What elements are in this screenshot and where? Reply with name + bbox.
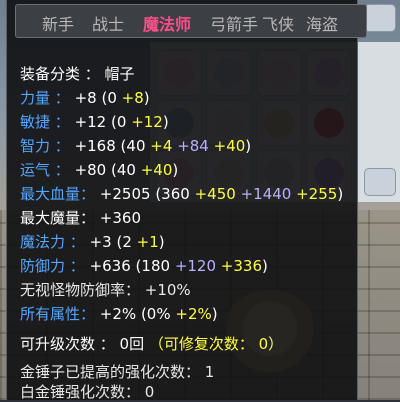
equip-category: 装备分类 ： 帽子 [20,65,135,83]
stat-luk: 运气 ： +80 (40 +40) [20,160,178,180]
stat-ignore-defense: 无视怪物防御率： +10% [20,281,191,299]
stat-bonus: +4 [150,137,173,155]
stat-flame: +84 [177,137,209,155]
job-tabs: 新手 战士 魔法师 弓箭手 飞侠 海盗 [15,4,367,38]
stat-int: 智力 ： +168 (40 +4 +84 +40) [20,136,251,156]
stat-enhance: +255 [296,185,338,203]
stat-total: +3 [89,233,112,251]
stat-close: ) [245,137,252,155]
stat-total: +80 [74,161,107,179]
stat-bonus: +1 [136,233,159,251]
stat-defense: 防御力 ： +636 (180 +120 +336) [20,256,268,276]
stat-close: ) [337,185,344,203]
stat-dex: 敏捷 ： +12 (0 +12) [20,112,169,132]
stat-close: ) [143,89,150,107]
stat-enhance: +336 [220,257,262,275]
stat-flame: +1440 [240,185,292,203]
stat-bonus: +12 [131,113,163,131]
hammer-applied: 金锤子已提高的强化次数： 1 [20,363,215,381]
stat-total: +12 [74,113,107,131]
stat-max-mp: 最大魔量： +360 [20,208,141,228]
upgrade-slots: 可升级次数 ： 0回 （可修复次数： 0） [20,334,283,354]
stat-total: +2505 [99,185,151,203]
stat-total: +168 [74,137,116,155]
stat-label: 防御力 ： [20,257,85,275]
stat-total: +636 [89,257,131,275]
stat-label: 最大血量： [20,185,96,203]
stat-bonus: +40 [140,161,173,179]
stat-bonus: +8 [121,89,144,107]
platinum-hammer: 白金锤强化次数： 0 [20,383,155,401]
stat-enhance: +40 [213,137,246,155]
side-button[interactable] [364,168,396,196]
stat-base: (0 [101,89,117,107]
stat-bonus: +450 [194,185,236,203]
stat-label: 最大魔量： [20,209,96,227]
upgrade-slots-text: 可升级次数 ： 0回 [20,335,145,353]
stat-str: 力量 ： +8 (0 +8) [20,88,150,108]
tab-warrior[interactable]: 战士 [92,11,124,35]
tab-magician[interactable]: 魔法师 [143,11,191,35]
stat-base: (180 [135,257,171,275]
stat-total: +360 [99,209,141,227]
tab-bowman[interactable]: 弓箭手 [210,11,258,35]
stat-base: (40 [120,137,146,155]
stat-flame: +120 [174,257,217,275]
stat-base: (0% [140,305,171,323]
repairable-slots: （可修复次数： 0） [148,335,284,353]
stat-close: ) [262,257,268,275]
stat-all-stat: 所有属性： +2% (0% +2%) [20,304,218,324]
stat-total: +2% [99,305,137,323]
stat-label: 智力 ： [20,137,70,155]
side-button[interactable] [364,4,396,32]
stat-max-hp: 最大血量： +2505 (360 +450 +1440 +255) [20,184,343,204]
stat-base: (2 [116,233,132,251]
stat-label: 敏捷 ： [20,113,70,131]
tab-pirate[interactable]: 海盗 [306,11,338,35]
stat-label: 魔法力 ： [20,233,85,251]
stat-bonus: +2% [175,305,212,323]
stat-label: 所有属性： [20,305,96,323]
tab-thief[interactable]: 飞侠 [262,11,294,35]
stat-base: (40 [111,161,136,179]
stat-close: ) [162,113,169,131]
stat-base: (0 [111,113,127,131]
stat-close: ) [158,233,165,251]
stat-close: ) [172,161,179,179]
stat-base: (360 [155,185,190,203]
stat-total: +8 [74,89,97,107]
tab-beginner[interactable]: 新手 [42,11,74,35]
stat-magic-attack: 魔法力 ： +3 (2 +1) [20,232,165,252]
stat-label: 力量 ： [20,89,70,107]
stat-label: 运气 ： [20,161,70,179]
stat-close: ) [211,305,218,323]
